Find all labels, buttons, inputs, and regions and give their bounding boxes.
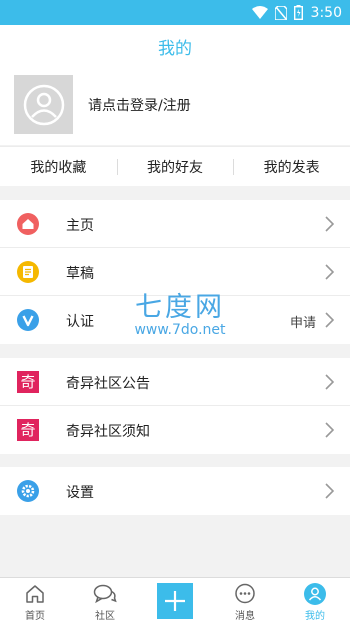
menu-item-drafts[interactable]: 草稿 [0,248,350,296]
menu-item-verify[interactable]: 认证 申请 [0,296,350,344]
status-bar: 3:50 [0,0,350,25]
menu-item-label: 奇异社区须知 [66,424,150,440]
tab-label: 社区 [95,611,115,622]
menu-item-label: 认证 [66,314,94,330]
tab-label: 首页 [25,611,45,622]
login-register-link[interactable]: 请点击登录/注册 [88,95,191,115]
tab-label: 消息 [235,611,255,622]
qi-glyph: 奇 [20,421,36,439]
apply-link[interactable]: 申请 [290,312,316,331]
qi-glyph: 奇 [20,373,36,391]
home-icon [17,213,39,235]
menu-item-label: 设置 [66,485,94,501]
battery-icon [293,5,303,20]
bottom-tab-bar: 首页 社区 消息 我的 [0,577,350,622]
draft-icon [17,261,39,283]
chevron-right-icon [325,483,334,499]
verify-icon [17,309,39,331]
menu-item-label: 草稿 [66,266,94,282]
chevron-right-icon [325,374,334,390]
chevron-right-icon [325,216,334,232]
chevron-right-icon [325,312,334,328]
my-posts-link[interactable]: 我的发表 [233,157,350,177]
menu-item-announcement[interactable]: 奇 奇异社区公告 [0,358,350,406]
clock: 3:50 [310,4,342,21]
plus-icon[interactable] [157,583,193,619]
message-icon [233,583,257,605]
my-favorites-link[interactable]: 我的收藏 [0,157,117,177]
tab-post[interactable] [140,578,210,622]
home-tab-icon [23,583,47,605]
qi-icon: 奇 [17,371,39,393]
my-friends-link[interactable]: 我的好友 [116,157,234,177]
menu-item-guidelines[interactable]: 奇 奇异社区须知 [0,406,350,454]
tab-home[interactable]: 首页 [0,578,70,622]
menu-item-label: 主页 [66,218,94,234]
community-icon [93,583,117,605]
user-avatar-icon [23,84,64,125]
tab-label: 我的 [305,611,325,622]
no-sim-icon [274,5,287,20]
avatar[interactable] [14,75,73,134]
tab-community[interactable]: 社区 [70,578,140,622]
menu-item-label: 奇异社区公告 [66,376,150,392]
menu-item-settings[interactable]: 设置 [0,467,350,515]
menu-group-1: 主页 草稿 认证 申请 [0,200,350,344]
wifi-icon [251,6,268,19]
qi-icon: 奇 [17,419,39,441]
tab-profile[interactable]: 我的 [280,578,350,622]
chevron-right-icon [325,264,334,280]
menu-item-home[interactable]: 主页 [0,200,350,248]
chevron-right-icon [325,422,334,438]
header: 我的 [0,25,350,67]
quick-links: 我的收藏 我的好友 我的发表 [0,146,350,186]
tab-messages[interactable]: 消息 [210,578,280,622]
menu-group-3: 设置 [0,467,350,515]
page-title: 我的 [158,38,192,59]
settings-icon [17,480,39,502]
profile-card[interactable]: 请点击登录/注册 [0,67,350,145]
profile-icon [303,583,327,605]
menu-group-2: 奇 奇异社区公告 奇 奇异社区须知 [0,358,350,454]
